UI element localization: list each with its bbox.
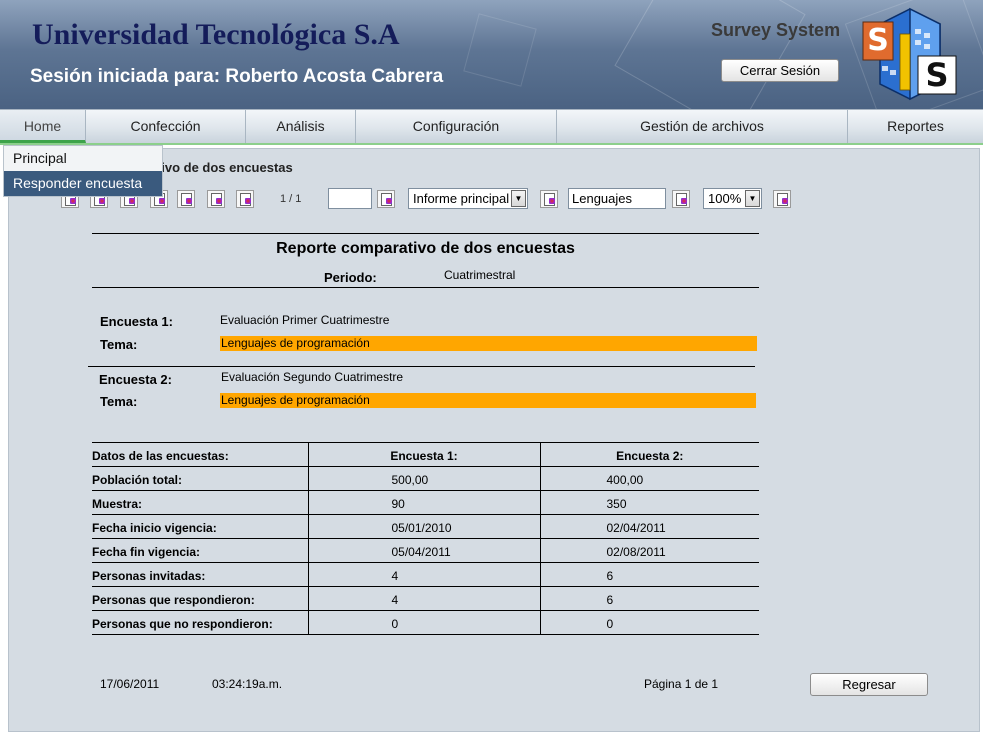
go-to-page-icon[interactable] — [377, 190, 395, 208]
table-cell: 6 — [539, 562, 759, 587]
header-decoration — [463, 13, 537, 87]
table-cell: 350 — [539, 490, 759, 515]
table-cell: 02/04/2011 — [539, 514, 759, 539]
table-cell: Fecha inicio vigencia: — [92, 514, 308, 539]
report-select[interactable]: Informe principal ▼ — [408, 188, 528, 209]
logout-button[interactable]: Cerrar Sesión — [721, 59, 839, 82]
session-user-text: Sesión iniciada para: Roberto Acosta Cab… — [30, 66, 444, 87]
topic2-value: Lenguajes de programación — [220, 393, 756, 408]
zoom-select[interactable]: 100% ▼ — [703, 188, 762, 209]
period-label: Periodo: — [324, 270, 377, 285]
home-dropdown-menu: Principal Responder encuesta — [3, 145, 163, 197]
topic1-value: Lenguajes de programación — [220, 336, 757, 351]
table-cell: 90 — [307, 490, 540, 515]
table-cell: 0 — [307, 610, 540, 635]
svg-text:S: S — [925, 56, 948, 94]
report-time: 03:24:19a.m. — [212, 677, 283, 691]
survey2-value: Evaluación Segundo Cuatrimestre — [221, 370, 404, 384]
table-cell: Fecha fin vigencia: — [92, 538, 308, 563]
table-cell: 0 — [539, 610, 759, 635]
menu-analisis[interactable]: Análisis — [246, 110, 356, 143]
search-icon[interactable] — [672, 190, 690, 208]
export-icon[interactable] — [177, 190, 195, 208]
table-header-cell: Datos de las encuestas: — [92, 442, 308, 467]
back-button[interactable]: Regresar — [810, 673, 928, 696]
table-cell: Personas que no respondieron: — [92, 610, 308, 635]
zoom-apply-icon[interactable] — [773, 190, 791, 208]
dropdown-arrow-icon: ▼ — [745, 190, 760, 207]
survey2-label: Encuesta 2: — [99, 372, 172, 387]
survey-data-table: Datos de las encuestas: Encuesta 1: Encu… — [92, 442, 759, 635]
dropdown-arrow-icon: ▼ — [511, 190, 526, 207]
table-row: Fecha inicio vigencia: 05/01/2010 02/04/… — [92, 514, 759, 539]
table-cell: Personas que respondieron: — [92, 586, 308, 611]
refresh-icon[interactable] — [236, 190, 254, 208]
divider — [92, 287, 759, 288]
table-cell: 4 — [307, 562, 540, 587]
period-value: Cuatrimestral — [444, 268, 516, 282]
svg-text:S: S — [867, 23, 889, 58]
header-decoration — [614, 0, 806, 110]
table-row: Personas que no respondieron: 0 0 — [92, 610, 759, 635]
content-panel — [8, 148, 980, 732]
table-row: Población total: 500,00 400,00 — [92, 466, 759, 491]
menu-home[interactable]: Home — [0, 110, 86, 143]
report-page-indicator: Página 1 de 1 — [644, 677, 719, 691]
table-cell: 05/01/2010 — [307, 514, 540, 539]
print-icon[interactable] — [207, 190, 225, 208]
report-date: 17/06/2011 — [100, 677, 160, 691]
table-cell: 05/04/2011 — [307, 538, 540, 563]
table-cell: 400,00 — [539, 466, 759, 491]
table-header-cell: Encuesta 1: — [307, 442, 540, 467]
topic1-label: Tema: — [100, 337, 138, 352]
table-row: Fecha fin vigencia: 05/04/2011 02/08/201… — [92, 538, 759, 563]
dropdown-item-responder-encuesta[interactable]: Responder encuesta — [4, 171, 162, 196]
table-cell: 02/08/2011 — [539, 538, 759, 563]
table-row: Personas que respondieron: 4 6 — [92, 586, 759, 611]
system-name: Survey System — [711, 20, 841, 40]
report-title: Reporte comparativo de dos encuestas — [276, 240, 575, 257]
divider — [92, 233, 759, 234]
survey1-value: Evaluación Primer Cuatrimestre — [220, 313, 390, 327]
table-cell: 500,00 — [307, 466, 540, 491]
table-cell: Personas invitadas: — [92, 562, 308, 587]
survey1-label: Encuesta 1: — [100, 314, 173, 329]
menu-reportes[interactable]: Reportes — [848, 110, 983, 143]
divider — [88, 366, 755, 367]
main-menu-bar: Home Confección Análisis Configuración G… — [0, 109, 983, 144]
search-input[interactable]: Lenguajes — [568, 188, 666, 209]
dropdown-item-principal[interactable]: Principal — [4, 146, 162, 171]
table-row: Personas invitadas: 4 6 — [92, 562, 759, 587]
table-cell: Población total: — [92, 466, 308, 491]
app-header: Universidad Tecnológica S.A Sesión inici… — [0, 0, 983, 110]
menu-configuracion[interactable]: Configuración — [356, 110, 557, 143]
table-header-cell: Encuesta 2: — [539, 442, 759, 467]
page-count: 1 / 1 — [280, 193, 302, 205]
table-header-row: Datos de las encuestas: Encuesta 1: Encu… — [92, 442, 759, 467]
organization-title: Universidad Tecnológica S.A — [32, 18, 400, 51]
zoom-select-value: 100% — [708, 191, 742, 206]
table-cell: 6 — [539, 586, 759, 611]
menu-gestion-archivos[interactable]: Gestión de archivos — [557, 110, 848, 143]
survey-system-logo: S S — [862, 7, 957, 101]
table-cell: Muestra: — [92, 490, 308, 515]
topic2-label: Tema: — [100, 394, 138, 409]
page-number-input[interactable] — [328, 188, 372, 209]
menu-confeccion[interactable]: Confección — [86, 110, 246, 143]
table-cell: 4 — [307, 586, 540, 611]
report-go-icon[interactable] — [540, 190, 558, 208]
table-row: Muestra: 90 350 — [92, 490, 759, 515]
report-select-value: Informe principal — [413, 191, 510, 206]
